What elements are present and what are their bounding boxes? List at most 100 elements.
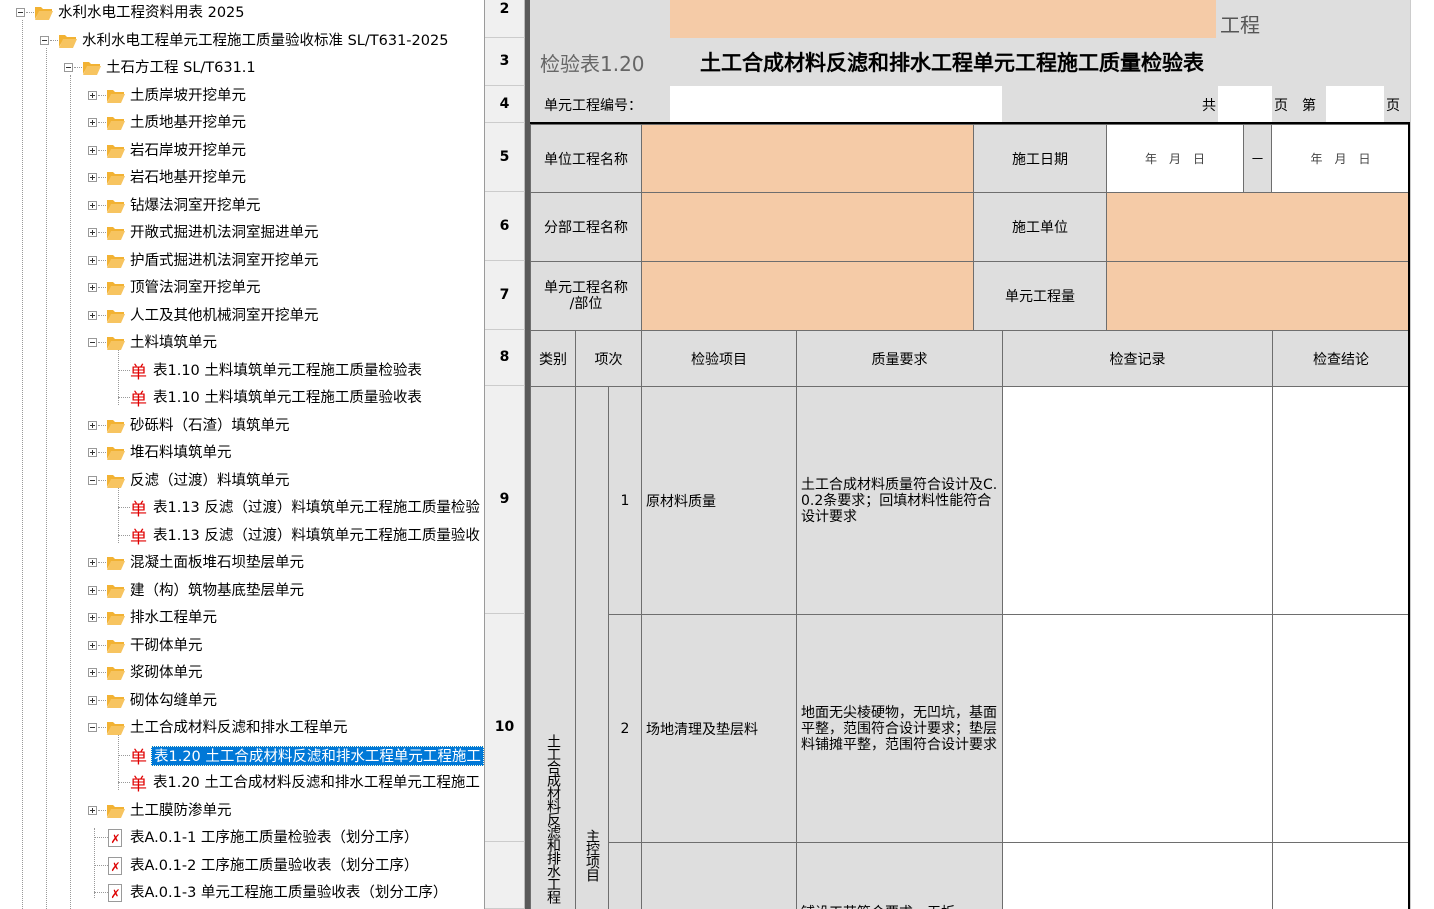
tree-node-label[interactable]: 表A.0.1-1 工序施工质量检验表（划分工序）	[128, 828, 420, 848]
tree-node-label[interactable]: 干砌体单元	[128, 636, 205, 656]
collapse-icon[interactable]	[88, 723, 97, 732]
folder-open-icon	[107, 200, 125, 213]
expand-icon[interactable]	[88, 91, 97, 100]
expand-icon[interactable]	[88, 228, 97, 237]
expand-icon[interactable]	[88, 256, 97, 265]
collapse-icon[interactable]	[64, 63, 73, 72]
item-requirement: 土工合成材料质量符合设计及C.0.2条要求；回填材料性能符合设计要求	[796, 386, 1003, 615]
tree-node-label[interactable]: 砌体勾缝单元	[128, 691, 219, 711]
check-conclusion-input[interactable]	[1272, 842, 1410, 909]
unit-no-input[interactable]	[670, 86, 1002, 123]
expand-icon[interactable]	[88, 283, 97, 292]
folder-open-icon	[83, 62, 101, 75]
total-pages-input[interactable]	[1218, 86, 1272, 123]
expand-icon[interactable]	[88, 558, 97, 567]
unit-no-label: 单元工程编号：	[530, 86, 670, 123]
check-conclusion-input[interactable]	[1272, 614, 1410, 843]
current-page-input[interactable]	[1326, 86, 1384, 123]
tree-node-label[interactable]: 土工膜防渗单元	[128, 801, 234, 821]
tree-node-label[interactable]: 土质地基开挖单元	[128, 113, 248, 133]
tree-node-label[interactable]: 岩石岸坡开挖单元	[128, 141, 248, 161]
expand-icon[interactable]	[88, 806, 97, 815]
tree-node-label[interactable]: 护盾式掘进机法洞室开挖单元	[128, 251, 321, 271]
header-check-record: 检查记录	[1002, 330, 1273, 387]
row-header[interactable]: 8	[485, 330, 525, 386]
row-header[interactable]: 4	[485, 86, 525, 123]
expand-icon[interactable]	[88, 448, 97, 457]
expand-icon[interactable]	[88, 696, 97, 705]
tree-node-label[interactable]: 表1.10 土料填筑单元工程施工质量验收表	[151, 388, 424, 408]
tree-node-label[interactable]: 堆石料填筑单元	[128, 443, 234, 463]
tree-node-label[interactable]: 开敞式掘进机法洞室掘进单元	[128, 223, 321, 243]
collapse-icon[interactable]	[88, 476, 97, 485]
check-record-input[interactable]	[1002, 842, 1273, 909]
expand-icon[interactable]	[88, 118, 97, 127]
tree-node-label[interactable]: 表1.13 反滤（过渡）料填筑单元工程施工质量检验	[151, 498, 482, 518]
tree-node-label[interactable]: 表A.0.1-2 工序施工质量验收表（划分工序）	[128, 856, 420, 876]
tree-node-label[interactable]: 表A.0.1-3 单元工程施工质量验收表（划分工序）	[128, 883, 449, 903]
expand-icon[interactable]	[88, 668, 97, 677]
collapse-icon[interactable]	[16, 8, 25, 17]
page-nth-labels: 页 第	[1272, 86, 1326, 123]
check-record-input[interactable]	[1002, 614, 1273, 843]
tree-node-label[interactable]: 混凝土面板堆石坝垫层单元	[128, 553, 306, 573]
row-header[interactable]: 2	[485, 0, 525, 38]
expand-icon[interactable]	[88, 421, 97, 430]
sub-project-name-input[interactable]	[641, 192, 974, 262]
tree-node-label[interactable]: 表1.13 反滤（过渡）料填筑单元工程施工质量验收	[151, 526, 482, 546]
tree-node-label[interactable]: 反滤（过渡）料填筑单元	[128, 471, 292, 491]
tree-node-label[interactable]: 顶管法洞室开挖单元	[128, 278, 263, 298]
row-header[interactable]	[485, 842, 525, 909]
expand-icon[interactable]	[88, 311, 97, 320]
unit-name-input[interactable]	[641, 261, 974, 331]
unit-quantity-input[interactable]	[1106, 261, 1410, 331]
tree-guide-line	[70, 75, 71, 909]
date-end-input[interactable]: 年 月 日	[1271, 124, 1410, 193]
folder-open-icon	[107, 722, 125, 735]
tree-node-label[interactable]: 表1.20 土工合成材料反滤和排水工程单元工程施工	[151, 746, 484, 766]
tree-node-label[interactable]: 砂砾料（石渣）填筑单元	[128, 416, 292, 436]
folder-open-icon	[107, 227, 125, 240]
header-check-conclusion: 检查结论	[1272, 330, 1410, 387]
cell-empty[interactable]	[530, 0, 670, 38]
tree-node-label[interactable]: 土工合成材料反滤和排水工程单元	[128, 718, 350, 738]
expand-icon[interactable]	[88, 173, 97, 182]
form-document-icon: 单	[130, 528, 147, 548]
tree-node-label[interactable]: 土石方工程 SL/T631.1	[104, 58, 258, 78]
expand-icon[interactable]	[88, 201, 97, 210]
collapse-icon[interactable]	[40, 36, 49, 45]
project-name-input[interactable]	[670, 0, 1216, 38]
date-start-input[interactable]: 年 月 日	[1106, 124, 1244, 193]
expand-icon[interactable]	[88, 146, 97, 155]
row-header[interactable]: 10	[485, 614, 525, 842]
tree-node-label[interactable]: 水利水电工程单元工程施工质量验收标准 SL/T631-2025	[80, 31, 450, 51]
tree-node-label[interactable]: 排水工程单元	[128, 608, 219, 628]
folder-open-icon	[35, 7, 53, 20]
tree-node-label[interactable]: 人工及其他机械洞室开挖单元	[128, 306, 321, 326]
row-header[interactable]: 3	[485, 38, 525, 86]
tree-node-label[interactable]: 建（构）筑物基底垫层单元	[128, 581, 306, 601]
row-header[interactable]: 5	[485, 123, 525, 192]
tree-node-label[interactable]: 岩石地基开挖单元	[128, 168, 248, 188]
collapse-icon[interactable]	[88, 338, 97, 347]
check-record-input[interactable]	[1002, 386, 1273, 615]
row-header[interactable]: 9	[485, 386, 525, 614]
row-header[interactable]: 7	[485, 261, 525, 330]
expand-icon[interactable]	[88, 641, 97, 650]
tree-node-label[interactable]: 钻爆法洞室开挖单元	[128, 196, 263, 216]
tree-node-label[interactable]: 土质岸坡开挖单元	[128, 86, 248, 106]
tree-node-label[interactable]: 土料填筑单元	[128, 333, 219, 353]
check-conclusion-input[interactable]	[1272, 386, 1410, 615]
row-header[interactable]: 6	[485, 192, 525, 261]
expand-icon[interactable]	[88, 586, 97, 595]
tree-node-label[interactable]: 水利水电工程资料用表 2025	[56, 3, 247, 23]
expand-icon[interactable]	[88, 613, 97, 622]
tree-node-label[interactable]: 表1.10 土料填筑单元工程施工质量检验表	[151, 361, 424, 381]
cell-empty	[1326, 38, 1410, 86]
contractor-input[interactable]	[1106, 192, 1410, 262]
folder-open-icon	[59, 35, 77, 48]
tree-node-label[interactable]: 表1.20 土工合成材料反滤和排水工程单元工程施工	[151, 773, 482, 793]
unit-project-name-input[interactable]	[641, 124, 974, 193]
form-document-icon: 单	[130, 363, 147, 383]
tree-node-label[interactable]: 浆砌体单元	[128, 663, 205, 683]
